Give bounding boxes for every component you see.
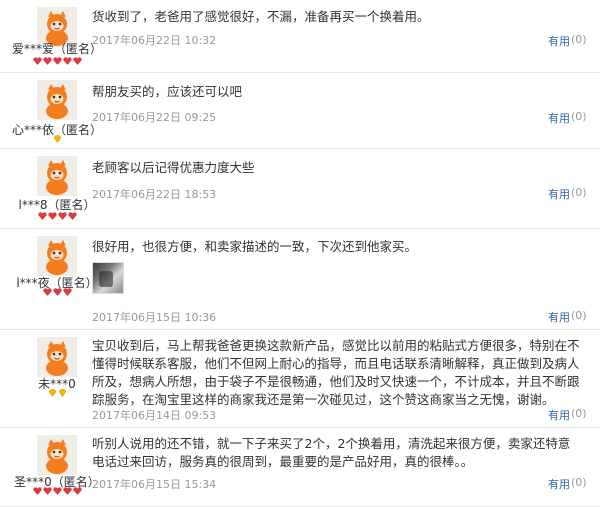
review-date: 2017年06月22日 18:53 bbox=[92, 188, 217, 201]
useful-button[interactable]: 有用 bbox=[548, 476, 570, 492]
useful-count: (0) bbox=[571, 33, 587, 46]
review-content: 很好用，也很方便，和卖家描述的一致，下次还到他家买。 bbox=[92, 239, 418, 254]
review-item: 圣***0（匿名） 听别人说用的还不错，就一下子来买了2个，2个换着用，清洗起来很… bbox=[0, 428, 600, 507]
avatar[interactable] bbox=[37, 156, 77, 196]
avatar[interactable] bbox=[37, 236, 77, 276]
review-item: 心***依（匿名） 帮朋友买的，应该还可以吧 2017年06月22日 09:25 有用… bbox=[0, 73, 600, 149]
useful-button[interactable]: 有用 bbox=[548, 33, 570, 49]
useful-count: (0) bbox=[571, 309, 587, 322]
review-date: 2017年06月22日 09:25 bbox=[92, 111, 217, 124]
review-content: 听别人说用的还不错，就一下子来买了2个，2个换着用，清洗起来很方便，卖家还特意电… bbox=[92, 436, 571, 469]
review-date: 2017年06月22日 10:32 bbox=[92, 34, 217, 47]
useful-count: (0) bbox=[571, 476, 587, 489]
review-item: l***8（匿名） 老顾客以后记得优惠力度大些 2017年06月22日 18:53 有… bbox=[0, 149, 600, 229]
review-item: l***夜（匿名） 很好用，也很方便，和卖家描述的一致，下次还到他家买。 2017年… bbox=[0, 229, 600, 330]
useful-count: (0) bbox=[571, 186, 587, 199]
avatar[interactable] bbox=[37, 337, 77, 377]
review-content: 宝贝收到后，马上帮我爸爸更换这款新产品，感觉比以前用的粘贴式方便很多，特别在不懂… bbox=[92, 338, 580, 407]
useful-button[interactable]: 有用 bbox=[548, 186, 570, 202]
review-item: 未***0 宝贝收到后，马上帮我爸爸更换这款新产品，感觉比以前用的粘贴式方便很多，… bbox=[0, 330, 600, 428]
useful-count: (0) bbox=[571, 110, 587, 123]
buyer-credit-badges bbox=[0, 135, 114, 143]
buyer-credit-badges bbox=[0, 212, 114, 220]
review-photo-thumbnail[interactable] bbox=[92, 262, 124, 294]
review-content: 老顾客以后记得优惠力度大些 bbox=[92, 160, 255, 175]
review-date: 2017年06月15日 10:36 bbox=[92, 311, 217, 324]
review-date: 2017年06月15日 15:34 bbox=[92, 478, 217, 491]
avatar[interactable] bbox=[37, 435, 77, 475]
review-content: 帮朋友买的，应该还可以吧 bbox=[92, 84, 243, 99]
review-item: 爱***爱（匿名） 货收到了，老爸用了感觉很好，不漏，准备再买一个换着用。 2017… bbox=[0, 0, 600, 73]
useful-button[interactable]: 有用 bbox=[548, 407, 570, 423]
avatar[interactable] bbox=[37, 80, 77, 120]
review-date: 2017年06月14日 09:53 bbox=[92, 409, 217, 422]
useful-count: (0) bbox=[571, 407, 587, 420]
useful-button[interactable]: 有用 bbox=[548, 110, 570, 126]
buyer-credit-badges bbox=[0, 57, 114, 65]
review-content: 货收到了，老爸用了感觉很好，不漏，准备再买一个换着用。 bbox=[92, 9, 430, 24]
useful-button[interactable]: 有用 bbox=[548, 309, 570, 325]
